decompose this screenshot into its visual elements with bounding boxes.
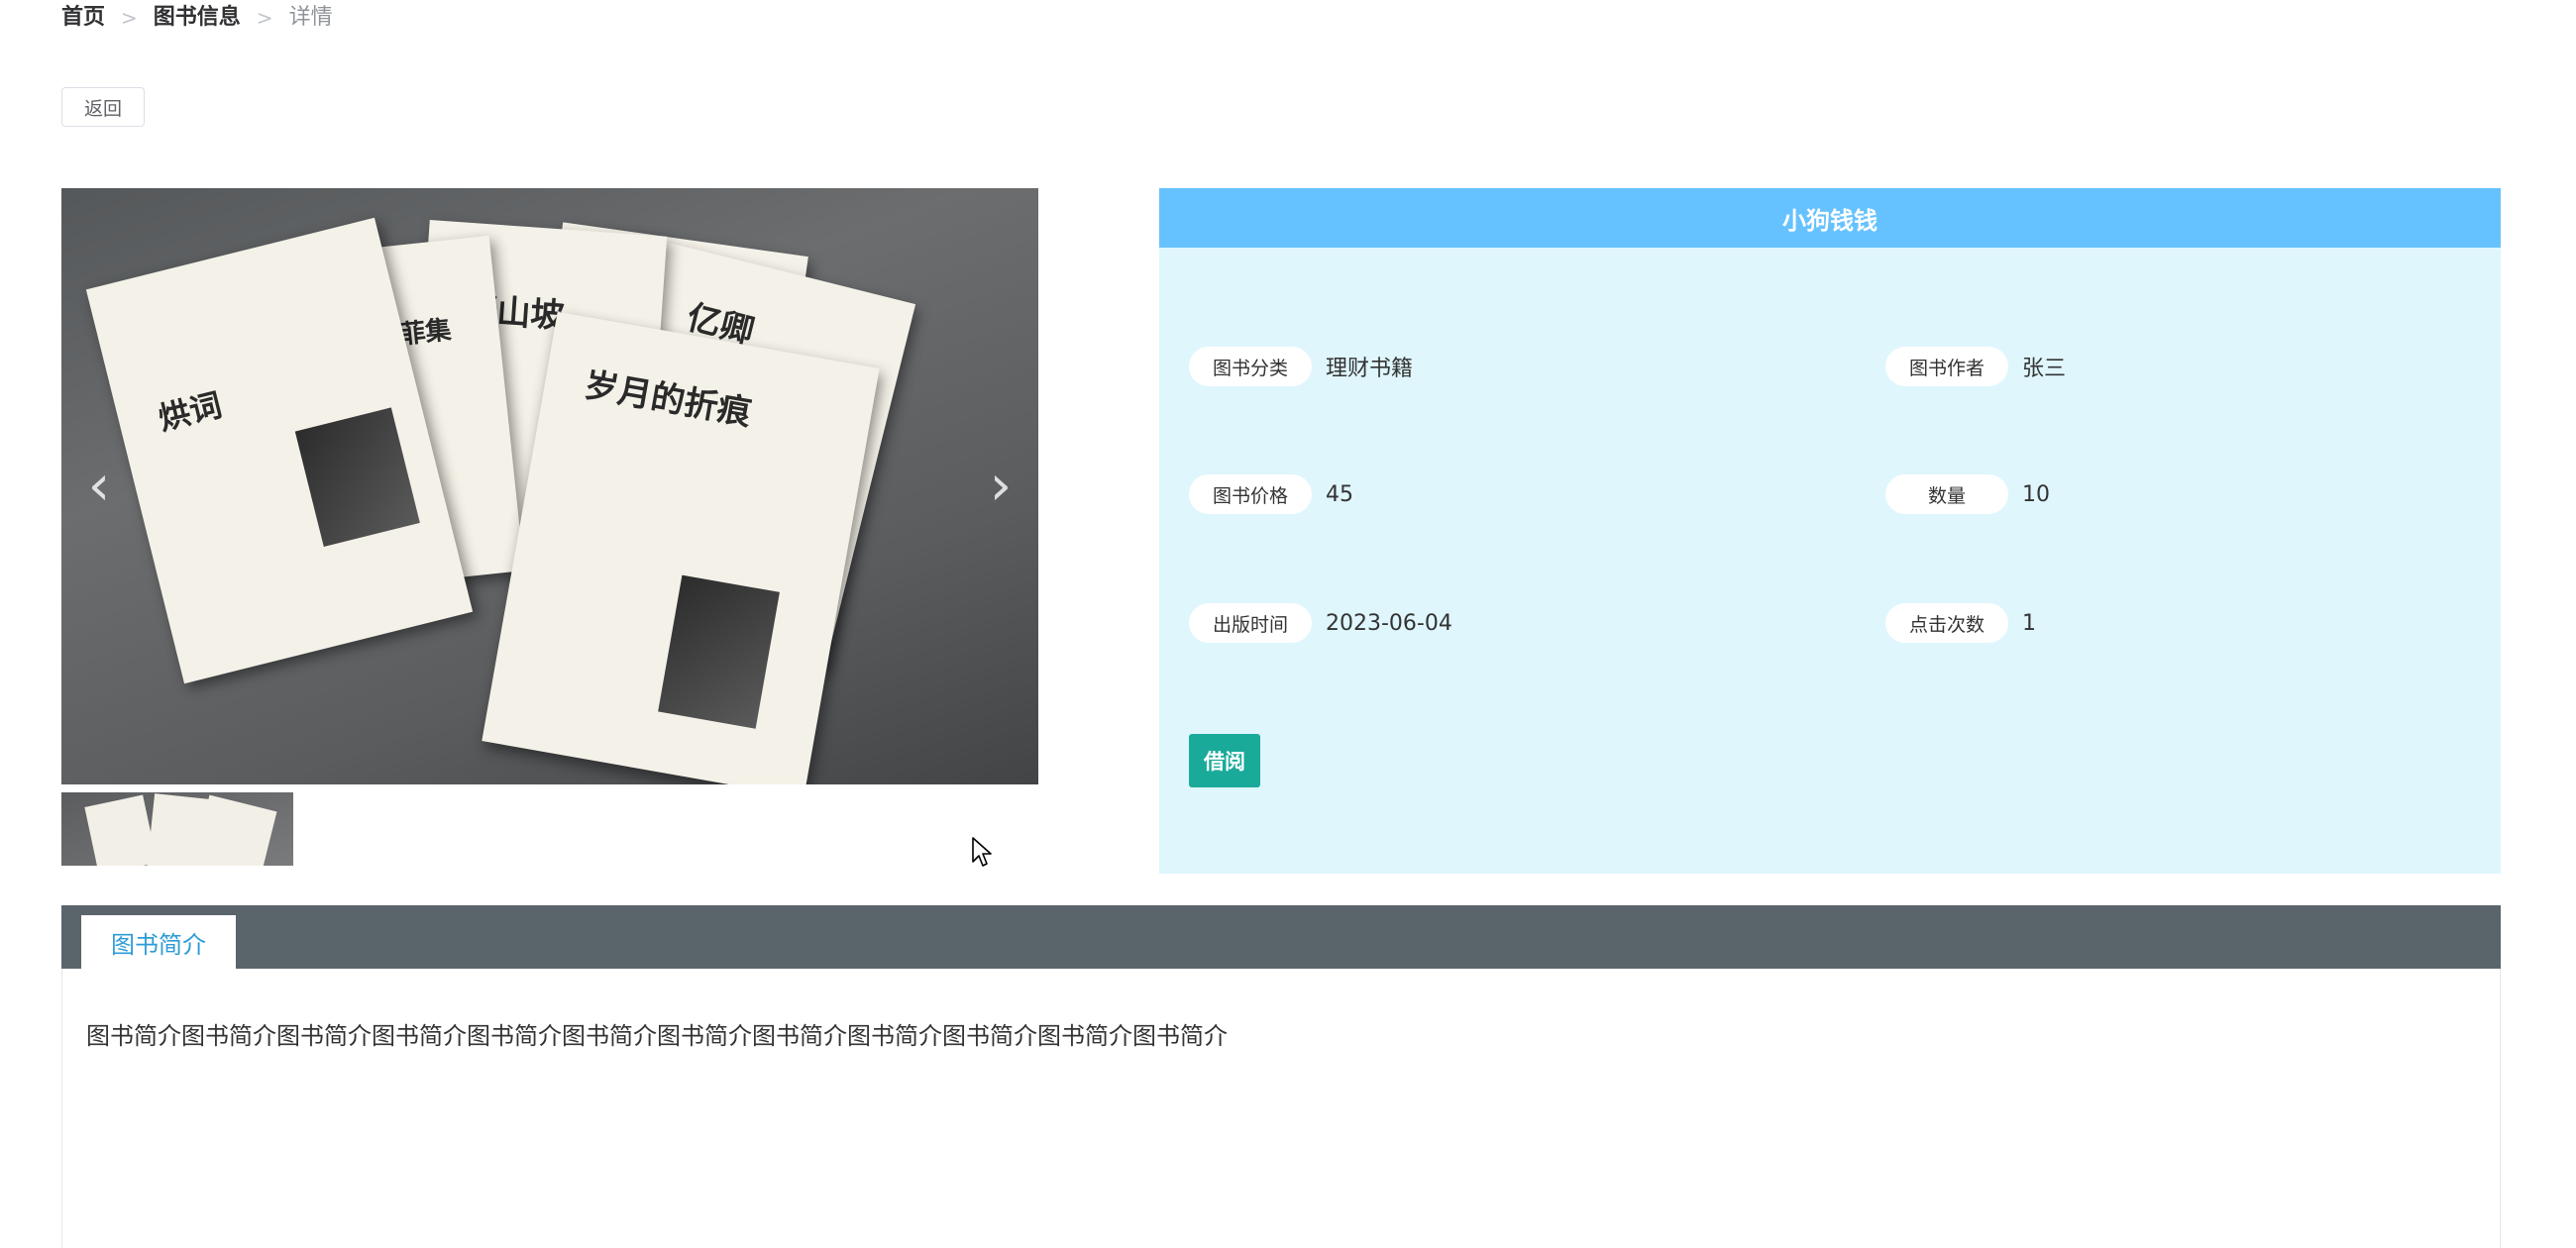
book-image-carousel[interactable]: 亿卿 野山坡 菲集 烘词 岁月的折痕 ‹ › [61,188,1038,784]
chevron-right-icon[interactable]: › [971,454,1030,518]
book-photo [294,407,420,548]
breadcrumb-home[interactable]: 首页 [61,4,105,32]
field-category: 图书分类 理财书籍 [1189,347,1413,386]
book-title-text: 烘词 [155,385,226,438]
field-click-count: 点击次数 1 [1885,603,2036,643]
tab-bar: 图书简介 [61,905,2501,969]
field-value: 45 [1326,481,1353,507]
field-label: 出版时间 [1189,603,1312,643]
field-value: 2023-06-04 [1326,610,1452,636]
breadcrumb-current: 详情 [288,5,333,30]
field-value: 1 [2022,610,2036,636]
borrow-button[interactable]: 借阅 [1189,734,1260,787]
back-button[interactable]: 返回 [61,87,145,127]
thumbnail-book [84,794,158,866]
field-value: 理财书籍 [1326,357,1414,381]
field-value: 张三 [2022,357,2067,381]
tab-content: 图书简介图书简介图书简介图书简介图书简介图书简介图书简介图书简介图书简介图书简介… [61,969,2501,1248]
breadcrumb-separator: > [256,6,273,30]
book-detail-page: 首页 > 图书信息 > 详情 返回 亿卿 野山坡 菲集 烘词 岁月的折痕 ‹ › [0,0,2576,1248]
tab-book-intro[interactable]: 图书简介 [81,915,236,969]
field-author: 图书作者 张三 [1885,347,2066,386]
thumbnail-image[interactable] [61,792,293,866]
field-price: 图书价格 45 [1189,474,1353,514]
field-value: 10 [2022,481,2050,507]
field-label: 图书价格 [1189,474,1312,514]
mouse-cursor-icon [972,837,992,867]
book-intro-text: 图书简介图书简介图书简介图书简介图书简介图书简介图书简介图书简介图书简介图书简介… [86,1022,1228,1050]
field-label: 图书作者 [1885,347,2008,386]
breadcrumb-book-info[interactable]: 图书信息 [154,4,241,32]
book-title-text: 岁月的折痕 [581,364,755,434]
field-label: 点击次数 [1885,603,2008,643]
breadcrumb-separator: > [121,6,138,30]
breadcrumb: 首页 > 图书信息 > 详情 [61,4,333,32]
field-publish-date: 出版时间 2023-06-04 [1189,603,1452,643]
chevron-left-icon[interactable]: ‹ [69,454,129,518]
field-label: 图书分类 [1189,347,1312,386]
book-photo [658,574,780,729]
book-info-panel: 小狗钱钱 图书分类 理财书籍 图书作者 张三 图书价格 45 数量 10 出版时… [1159,188,2501,874]
field-quantity: 数量 10 [1885,474,2050,514]
book-title: 小狗钱钱 [1159,188,2501,248]
field-label: 数量 [1885,474,2008,514]
